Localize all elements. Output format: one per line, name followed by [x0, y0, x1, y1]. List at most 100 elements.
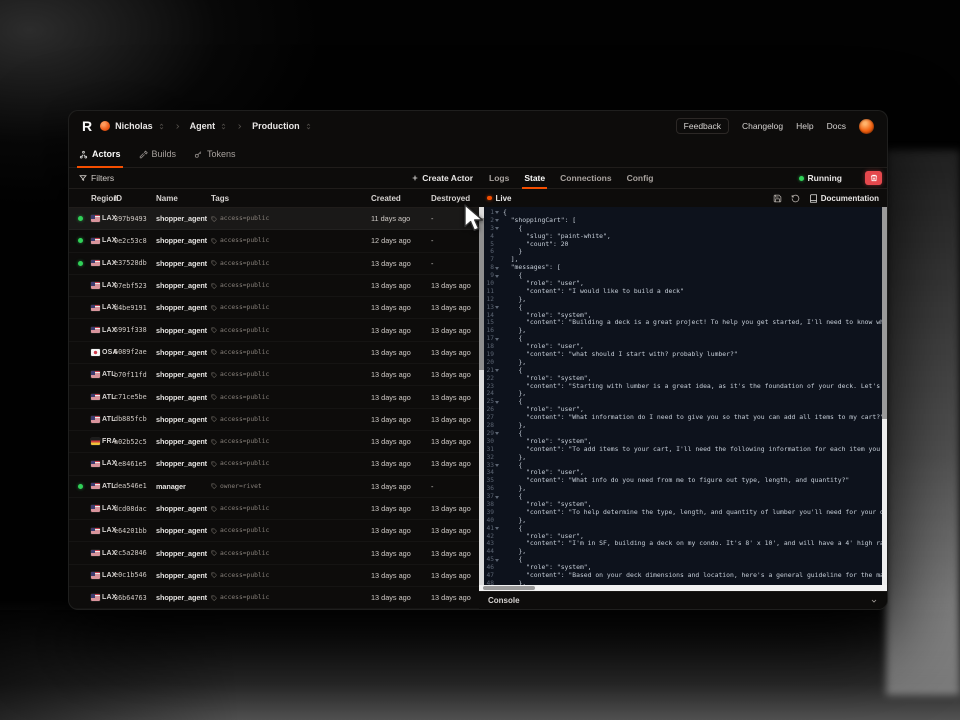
undo-icon[interactable]: [791, 194, 800, 203]
chevrons-up-down-icon[interactable]: [220, 122, 227, 131]
documentation-button[interactable]: Documentation: [809, 194, 879, 203]
table-row[interactable]: LAXe37528dbshopper_agentaccess=public13 …: [69, 253, 479, 275]
save-icon[interactable]: [773, 194, 782, 203]
line-number: 31: [485, 446, 494, 454]
table-row[interactable]: LAX36b64763shopper_agentaccess=public13 …: [69, 587, 479, 609]
running-status: Running: [799, 168, 842, 188]
table-row[interactable]: LAX5991f338shopper_agentaccess=public13 …: [69, 319, 479, 341]
tag-label: access=public: [220, 237, 269, 244]
scrollbar-thumb[interactable]: [882, 207, 887, 419]
fold-caret-icon[interactable]: [494, 496, 500, 499]
table-row[interactable]: LAX07ebf523shopper_agentaccess=public13 …: [69, 275, 479, 297]
tab-config[interactable]: Config: [627, 168, 654, 188]
row-tags-cell: access=public: [211, 416, 371, 423]
table-row[interactable]: LAXd4be9191shopper_agentaccess=public13 …: [69, 297, 479, 319]
fold-caret-icon[interactable]: [494, 464, 500, 467]
tab-tokens[interactable]: Tokens: [194, 141, 236, 167]
console-bar[interactable]: Console: [479, 591, 887, 609]
column-destroyed[interactable]: Destroyed: [431, 194, 479, 203]
table-row[interactable]: LAX0e2c53c8shopper_agentaccess=public12 …: [69, 230, 479, 252]
tab-state[interactable]: State: [524, 168, 545, 188]
line-number: 20: [485, 359, 494, 367]
code-text: "content": "What info do you need from m…: [503, 477, 849, 485]
changelog-link[interactable]: Changelog: [742, 121, 783, 131]
filters-button[interactable]: Filters: [79, 173, 114, 183]
fold-caret-icon[interactable]: [494, 338, 500, 341]
row-name-cell: shopper_agent: [156, 526, 211, 535]
tab-connections[interactable]: Connections: [560, 168, 611, 188]
column-region[interactable]: Region: [91, 194, 114, 203]
table-row[interactable]: OSA6089f2aeshopper_agentaccess=public13 …: [69, 342, 479, 364]
row-created-cell: 13 days ago: [371, 571, 431, 580]
row-id-cell: e37528db: [114, 259, 156, 267]
row-created-cell: 13 days ago: [371, 526, 431, 535]
rivet-logo-icon[interactable]: R: [82, 119, 91, 133]
feedback-button[interactable]: Feedback: [676, 118, 729, 134]
fold-caret-icon[interactable]: [494, 559, 500, 562]
editor-vertical-scrollbar[interactable]: [882, 207, 887, 585]
table-vertical-scrollbar[interactable]: [479, 207, 484, 585]
table-row[interactable]: LAX397b9493shopper_agentaccess=public11 …: [69, 208, 479, 230]
column-id[interactable]: ID: [114, 194, 156, 203]
table-row[interactable]: ATLc71ce5beshopper_agentaccess=public13 …: [69, 386, 479, 408]
scrollbar-thumb[interactable]: [483, 586, 535, 590]
tab-actors[interactable]: Actors: [79, 141, 121, 167]
fold-caret-icon[interactable]: [494, 267, 500, 270]
tab-logs[interactable]: Logs: [489, 168, 509, 188]
live-status-dot: [487, 196, 492, 201]
column-name[interactable]: Name: [156, 194, 211, 203]
fold-caret-icon[interactable]: [494, 432, 500, 435]
tag-label: access=public: [220, 260, 269, 267]
table-row[interactable]: LAXdcd08dacshopper_agentaccess=public13 …: [69, 498, 479, 520]
line-number: 33: [485, 462, 494, 470]
flag-us-icon: [91, 394, 100, 401]
table-row[interactable]: ATLb70f11fdshopper_agentaccess=public13 …: [69, 364, 479, 386]
row-destroyed-cell: 13 days ago: [431, 415, 479, 424]
user-avatar[interactable]: [859, 119, 874, 134]
breadcrumb-workspace[interactable]: Nicholas: [100, 121, 165, 131]
chevrons-up-down-icon[interactable]: [158, 122, 165, 131]
fold-caret-icon[interactable]: [494, 211, 500, 214]
json-state-editor[interactable]: 1{2 "shoppingCart": [3 {4 "slug": "paint…: [479, 207, 887, 585]
table-row[interactable]: LAX2c5a2846shopper_agentaccess=public13 …: [69, 542, 479, 564]
fold-caret-icon[interactable]: [494, 219, 500, 222]
book-icon: [809, 194, 818, 203]
table-row[interactable]: ATLdea546e1managerowner=rivet13 days ago…: [69, 476, 479, 498]
row-name-cell: shopper_agent: [156, 214, 211, 223]
table-row[interactable]: LAXe64201bbshopper_agentaccess=public13 …: [69, 520, 479, 542]
row-id-cell: 5991f338: [114, 326, 156, 334]
row-name-cell: shopper_agent: [156, 303, 211, 312]
online-status-dot: [78, 261, 83, 266]
tab-builds[interactable]: Builds: [139, 141, 177, 167]
row-id-cell: 36b64763: [114, 594, 156, 602]
breadcrumb-project[interactable]: Agent: [190, 121, 228, 131]
scrollbar-thumb[interactable]: [479, 218, 484, 369]
create-actor-button[interactable]: Create Actor: [411, 173, 473, 183]
table-row[interactable]: LAXe0c1b546shopper_agentaccess=public13 …: [69, 565, 479, 587]
fold-caret-icon[interactable]: [494, 306, 500, 309]
tag-label: access=public: [220, 438, 269, 445]
line-number: 23: [485, 383, 494, 391]
row-destroyed-cell: 13 days ago: [431, 459, 479, 468]
breadcrumb-environment[interactable]: Production: [252, 121, 312, 131]
docs-link[interactable]: Docs: [827, 121, 846, 131]
fold-caret-icon[interactable]: [494, 401, 500, 404]
fold-caret-icon[interactable]: [494, 275, 500, 278]
flag-us-icon: [91, 505, 100, 512]
row-tags-cell: access=public: [211, 594, 371, 601]
fold-caret-icon[interactable]: [494, 227, 500, 230]
fold-caret-icon[interactable]: [494, 527, 500, 530]
chevrons-up-down-icon[interactable]: [305, 122, 312, 131]
help-link[interactable]: Help: [796, 121, 813, 131]
table-row[interactable]: ATLdb885fcbshopper_agentaccess=public13 …: [69, 409, 479, 431]
chevron-down-icon[interactable]: [870, 597, 878, 605]
row-tags-cell: owner=rivet: [211, 483, 371, 490]
table-row[interactable]: FRAa02b52c5shopper_agentaccess=public13 …: [69, 431, 479, 453]
column-tags[interactable]: Tags: [211, 194, 371, 203]
destroy-actor-button[interactable]: [865, 171, 882, 185]
code-line: 6 }: [485, 248, 881, 256]
fold-caret-icon[interactable]: [494, 369, 500, 372]
table-row[interactable]: LAX1e8461e5shopper_agentaccess=public13 …: [69, 453, 479, 475]
column-created[interactable]: Created: [371, 194, 431, 203]
code-line: 16 },: [485, 327, 881, 335]
